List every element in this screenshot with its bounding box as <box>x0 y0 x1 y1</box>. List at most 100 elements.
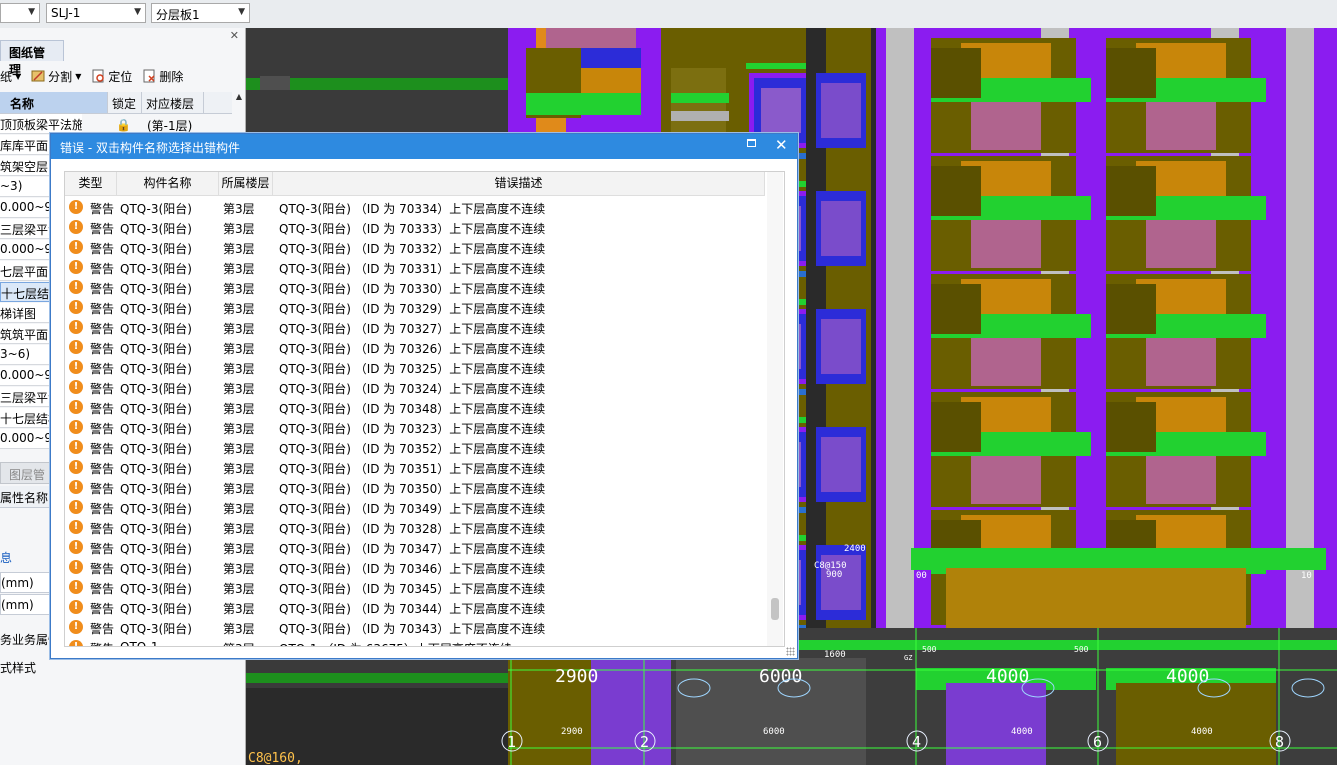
drawing-list-item[interactable]: 顶顶板梁平法施工图 <box>0 114 82 134</box>
locate-button[interactable]: 定位 <box>91 68 132 85</box>
column-header-name[interactable]: 名称 <box>0 92 108 113</box>
layer-board-combo[interactable]: 分层板1 ▼ <box>151 3 250 23</box>
dimension-label: 4000 <box>986 666 1029 687</box>
component-name[interactable]: QTQ-3(阳台) <box>120 520 192 537</box>
error-row[interactable]: ! 警告 QTQ-3(阳台) 第3层 QTQ-3(阳台) （ID 为 70325）上下层… <box>65 357 765 377</box>
axis-label: 2 <box>640 733 649 751</box>
scrollbar-thumb[interactable] <box>771 598 779 620</box>
error-type: 警告 <box>90 640 114 646</box>
error-description: QTQ-3(阳台) （ID 为 70325）上下层高度不连续 <box>279 362 546 376</box>
column-header-lock[interactable]: 锁定 <box>108 92 142 113</box>
floor-name: 第3层 <box>223 282 255 296</box>
beam-orange <box>581 68 641 93</box>
error-row[interactable]: ! 警告 QTQ-3(阳台) 第3层 QTQ-3(阳台) （ID 为 70326）上下层… <box>65 337 765 357</box>
error-description: QTQ-3(阳台) （ID 为 70351）上下层高度不连续 <box>279 462 546 476</box>
column-header-floor[interactable]: 所属楼层 <box>219 172 273 195</box>
error-row[interactable]: ! 警告 QTQ-3(阳台) 第3层 QTQ-3(阳台) （ID 为 70348）上下层… <box>65 397 765 417</box>
delete-button[interactable]: 删除 <box>142 68 183 85</box>
error-type: 警告 <box>90 502 115 516</box>
component-name[interactable]: QTQ-3(阳台) <box>120 560 192 577</box>
component-name[interactable]: QTQ-3(阳台) <box>120 320 192 337</box>
error-row[interactable]: ! 警告 QTQ-3(阳台) 第3层 QTQ-3(阳台) （ID 为 70352）上下层… <box>65 437 765 457</box>
error-row[interactable]: ! 警告 QTQ-3(阳台) 第3层 QTQ-3(阳台) （ID 为 70351）上下层… <box>65 457 765 477</box>
column-header-component-name[interactable]: 构件名称 <box>117 172 219 195</box>
resize-grip-icon[interactable] <box>786 647 795 656</box>
error-row[interactable]: ! 警告 QTQ-3(阳台) 第3层 QTQ-3(阳台) （ID 为 70350）上下层… <box>65 477 765 497</box>
component-name[interactable]: QTQ-3(阳台) <box>120 260 192 277</box>
component-name[interactable]: QTQ-3(阳台) <box>120 380 192 397</box>
error-type: 警告 <box>90 242 115 256</box>
component-name[interactable]: QTQ-3(阳台) <box>120 300 192 317</box>
error-row[interactable]: ! 警告 QTQ-3(阳台) 第3层 QTQ-3(阳台) （ID 为 70332）上下层… <box>65 237 765 257</box>
warning-icon: ! <box>69 400 83 414</box>
error-row[interactable]: ! 警告 QTQ-3(阳台) 第3层 QTQ-3(阳台) （ID 为 70324）上下层… <box>65 377 765 397</box>
error-row[interactable]: ! 警告 QTQ-3(阳台) 第3层 QTQ-3(阳台) （ID 为 70346）上下层… <box>65 557 765 577</box>
panel-toolbar: 纸 ▼ 分割 ▼ 定位 删除 <box>0 64 245 88</box>
error-row[interactable]: ! 警告 QTQ-3(阳台) 第3层 QTQ-3(阳台) （ID 为 70334）上下层… <box>65 197 765 217</box>
component-name[interactable]: QTQ-3(阳台) <box>120 500 192 517</box>
error-description: QTQ-3(阳台) （ID 为 70346）上下层高度不连续 <box>279 562 546 576</box>
error-type: 警告 <box>90 522 115 536</box>
error-row[interactable]: ! 警告 QTQ-1 第3层 QTQ-1 （ID 为 63675）上下层高度不连续 <box>65 637 765 646</box>
floor-name: 第3层 <box>223 202 255 216</box>
component-name[interactable]: QTQ-3(阳台) <box>120 200 192 217</box>
component-name[interactable]: QTQ-3(阳台) <box>120 420 192 437</box>
column-header-type[interactable]: 类型 <box>65 172 117 195</box>
error-description: QTQ-3(阳台) （ID 为 70333）上下层高度不连续 <box>279 222 546 236</box>
vertical-scrollbar[interactable] <box>767 172 783 646</box>
error-row[interactable]: ! 警告 QTQ-3(阳台) 第3层 QTQ-3(阳台) （ID 为 70323）上下层… <box>65 417 765 437</box>
component-name[interactable]: QTQ-3(阳台) <box>120 460 192 477</box>
axis-label: 8 <box>1275 733 1284 751</box>
column-header-floor[interactable]: 对应楼层 <box>142 92 204 113</box>
error-row[interactable]: ! 警告 QTQ-3(阳台) 第3层 QTQ-3(阳台) （ID 为 70327）上下层… <box>65 317 765 337</box>
component-name[interactable]: QTQ-3(阳台) <box>120 360 192 377</box>
component-combo[interactable]: SLJ-1 ▼ <box>46 3 146 23</box>
error-row[interactable]: ! 警告 QTQ-3(阳台) 第3层 QTQ-3(阳台) （ID 为 70333）上下层… <box>65 217 765 237</box>
error-row[interactable]: ! 警告 QTQ-3(阳台) 第3层 QTQ-3(阳台) （ID 为 70329）上下层… <box>65 297 765 317</box>
close-icon[interactable]: ✕ <box>230 29 239 42</box>
green-band <box>246 673 508 683</box>
error-type: 警告 <box>90 482 115 496</box>
error-description: QTQ-3(阳台) （ID 为 70329）上下层高度不连续 <box>279 302 546 316</box>
component-name[interactable]: QTQ-3(阳台) <box>120 340 192 357</box>
error-row[interactable]: ! 警告 QTQ-3(阳台) 第3层 QTQ-3(阳台) （ID 为 70330）上下层… <box>65 277 765 297</box>
component-name[interactable]: QTQ-3(阳台) <box>120 400 192 417</box>
component-name[interactable]: QTQ-3(阳台) <box>120 280 192 297</box>
error-row[interactable]: ! 警告 QTQ-3(阳台) 第3层 QTQ-3(阳台) （ID 为 70347）上下层… <box>65 537 765 557</box>
component-name[interactable]: QTQ-3(阳台) <box>120 220 192 237</box>
split-button[interactable]: 分割 ▼ <box>31 68 81 85</box>
lock-icon[interactable]: 🔒 <box>116 118 131 132</box>
error-row[interactable]: ! 警告 QTQ-3(阳台) 第3层 QTQ-3(阳台) （ID 为 70349）上下层… <box>65 497 765 517</box>
floor-combo[interactable]: ▼ <box>0 3 40 23</box>
component-name[interactable]: QTQ-1 <box>120 640 159 646</box>
error-description: QTQ-3(阳台) （ID 为 70330）上下层高度不连续 <box>279 282 546 296</box>
dimension-label: 4000 <box>1011 727 1033 737</box>
floor-name: 第3层 <box>223 262 255 276</box>
error-row[interactable]: ! 警告 QTQ-3(阳台) 第3层 QTQ-3(阳台) （ID 为 70328）上下层… <box>65 517 765 537</box>
close-icon[interactable]: ✕ <box>775 136 788 154</box>
error-row[interactable]: ! 警告 QTQ-3(阳台) 第3层 QTQ-3(阳台) （ID 为 70343）上下层… <box>65 617 765 637</box>
error-row[interactable]: ! 警告 QTQ-3(阳台) 第3层 QTQ-3(阳台) （ID 为 70344）上下层… <box>65 597 765 617</box>
bay-pink <box>971 334 1041 386</box>
floor-name: 第3层 <box>223 582 255 596</box>
component-name[interactable]: QTQ-3(阳台) <box>120 620 192 637</box>
column-olive <box>931 284 981 334</box>
scroll-up-arrow[interactable]: ▲ <box>236 92 242 101</box>
component-name[interactable]: QTQ-3(阳台) <box>120 240 192 257</box>
tab-drawing-manager[interactable]: 图纸管理 <box>0 40 64 77</box>
maximize-icon[interactable] <box>747 139 756 147</box>
dimension-label: 4000 <box>1166 666 1209 687</box>
column-header-description[interactable]: 错误描述 <box>273 172 765 195</box>
error-row[interactable]: ! 警告 QTQ-3(阳台) 第3层 QTQ-3(阳台) （ID 为 70331）上下层… <box>65 257 765 277</box>
bay-pink <box>1146 452 1216 504</box>
dialog-titlebar[interactable]: 错误 - 双击构件名称选择出错构件 ✕ <box>51 134 797 159</box>
attribute-item[interactable]: 式样式 <box>0 656 82 677</box>
component-name[interactable]: QTQ-3(阳台) <box>120 440 192 457</box>
error-row[interactable]: ! 警告 QTQ-3(阳台) 第3层 QTQ-3(阳台) （ID 为 70345）上下层… <box>65 577 765 597</box>
component-name[interactable]: QTQ-3(阳台) <box>120 540 192 557</box>
component-name[interactable]: QTQ-3(阳台) <box>120 480 192 497</box>
component-name[interactable]: QTQ-3(阳台) <box>120 580 192 597</box>
locate-icon <box>92 69 105 83</box>
component-name[interactable]: QTQ-3(阳台) <box>120 600 192 617</box>
paper-button[interactable]: 纸 ▼ <box>0 68 21 85</box>
